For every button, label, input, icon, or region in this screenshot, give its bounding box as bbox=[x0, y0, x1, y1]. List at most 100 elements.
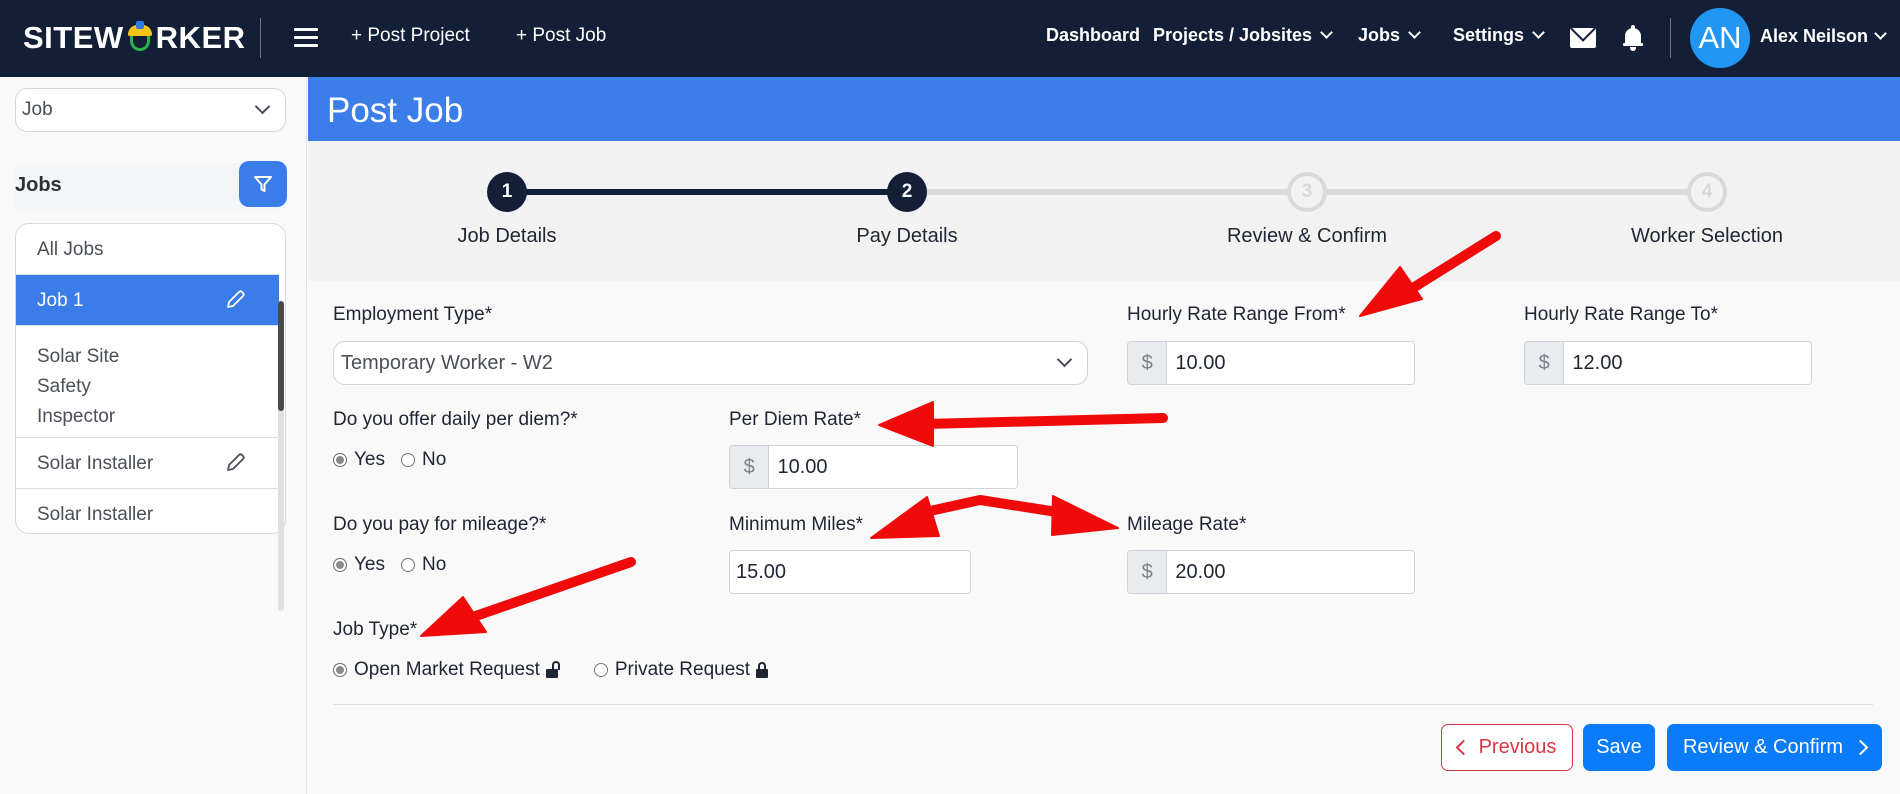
radio-label: No bbox=[422, 554, 447, 575]
step-1-circle[interactable]: 1 bbox=[487, 172, 527, 212]
radio-label: No bbox=[422, 449, 447, 470]
pencil-icon[interactable] bbox=[224, 289, 246, 311]
chevron-down-icon bbox=[1056, 351, 1073, 368]
mileage-rate-field: $ bbox=[1127, 550, 1415, 594]
job-list-scrollbar[interactable] bbox=[278, 301, 284, 611]
mileage-yes-radio[interactable] bbox=[333, 558, 347, 572]
private-request-radio[interactable] bbox=[593, 663, 608, 677]
chevron-down-icon bbox=[1874, 27, 1887, 40]
job-type-radio-group: Open Market Request Private Request bbox=[333, 659, 770, 681]
employment-type-value: Temporary Worker - W2 bbox=[341, 352, 553, 374]
step-2-circle[interactable]: 2 bbox=[887, 172, 927, 212]
chevron-right-icon bbox=[1852, 739, 1869, 756]
step-2-label: Pay Details bbox=[856, 225, 958, 247]
mileage-rate-input[interactable] bbox=[1167, 551, 1414, 593]
per-diem-radio-group: Yes No bbox=[333, 449, 446, 471]
minimum-miles-label: Minimum Miles* bbox=[729, 514, 864, 535]
dollar-prefix: $ bbox=[1128, 342, 1168, 384]
review-confirm-label: Review & Confirm bbox=[1682, 736, 1844, 758]
sidebar: Job Jobs All Jobs Job 1 Solar Site Safet… bbox=[0, 77, 307, 794]
siteworker-logo[interactable]: SITEW RKER bbox=[23, 20, 246, 56]
private-request-option[interactable]: Private Request bbox=[593, 659, 770, 681]
page-header: Post Job bbox=[308, 77, 1900, 141]
step-4-label: Worker Selection bbox=[1631, 225, 1783, 247]
mileage-question-label: Do you pay for mileage?* bbox=[333, 514, 547, 535]
user-name: Alex Neilson bbox=[1760, 26, 1869, 46]
job-list-item-active[interactable]: Job 1 bbox=[16, 275, 279, 326]
mail-icon[interactable] bbox=[1570, 28, 1596, 48]
previous-label: Previous bbox=[1478, 736, 1557, 758]
jobs-menu[interactable]: Jobs bbox=[1358, 25, 1421, 46]
job-list-item[interactable]: Solar Installer bbox=[16, 489, 279, 533]
step-1-label: Job Details bbox=[457, 225, 557, 247]
jobs-menu-label: Jobs bbox=[1358, 25, 1401, 45]
post-job-link[interactable]: + Post Job bbox=[516, 25, 606, 47]
minimum-miles-field bbox=[729, 550, 971, 594]
jobs-header: Jobs bbox=[15, 161, 287, 209]
filter-icon bbox=[254, 176, 272, 192]
form-divider bbox=[333, 704, 1873, 705]
job-list-item[interactable]: All Jobs bbox=[16, 224, 279, 275]
mileage-rate-label: Mileage Rate* bbox=[1127, 514, 1247, 535]
open-market-option[interactable]: Open Market Request bbox=[333, 659, 560, 681]
avatar[interactable]: AN bbox=[1690, 8, 1750, 68]
dollar-prefix: $ bbox=[1525, 342, 1565, 384]
progress-stepper: 1 2 3 4 Job Details Pay Details Review &… bbox=[308, 141, 1900, 281]
hourly-rate-from-field: $ bbox=[1127, 341, 1415, 385]
step-3-circle: 3 bbox=[1287, 172, 1327, 212]
per-diem-yes-radio[interactable] bbox=[333, 453, 347, 467]
radio-label: Private Request bbox=[614, 659, 751, 680]
hamburger-icon[interactable] bbox=[294, 28, 318, 48]
page-title: Post Job bbox=[327, 91, 464, 130]
bell-icon[interactable] bbox=[1623, 25, 1643, 51]
logo-text-suffix: RKER bbox=[155, 20, 246, 55]
step-3-label: Review & Confirm bbox=[1226, 225, 1388, 247]
job-item-label: Solar Installer bbox=[37, 504, 154, 525]
mileage-no-radio[interactable] bbox=[401, 558, 415, 572]
review-confirm-button[interactable]: Review & Confirm bbox=[1667, 724, 1882, 771]
save-button[interactable]: Save bbox=[1583, 724, 1655, 771]
per-diem-rate-input[interactable] bbox=[769, 446, 1017, 488]
previous-button[interactable]: Previous bbox=[1441, 724, 1573, 771]
job-list-item[interactable]: Solar Installer bbox=[16, 438, 279, 489]
user-menu[interactable]: Alex Neilson bbox=[1760, 26, 1887, 47]
nav-divider bbox=[1670, 18, 1671, 58]
chevron-down-icon bbox=[1320, 26, 1333, 39]
per-diem-rate-field: $ bbox=[729, 445, 1018, 489]
pay-details-form: Employment Type* Temporary Worker - W2 H… bbox=[308, 281, 1900, 794]
open-market-radio[interactable] bbox=[333, 663, 347, 677]
mileage-yes-option[interactable]: Yes bbox=[333, 554, 385, 576]
per-diem-yes-option[interactable]: Yes bbox=[333, 449, 385, 471]
filter-button[interactable] bbox=[239, 161, 287, 207]
lock-icon bbox=[756, 662, 770, 678]
job-item-label: Job 1 bbox=[37, 290, 84, 311]
chevron-down-icon bbox=[1532, 26, 1545, 39]
hourly-rate-from-input[interactable] bbox=[1167, 342, 1414, 384]
per-diem-no-radio[interactable] bbox=[401, 453, 415, 467]
pencil-icon[interactable] bbox=[224, 452, 246, 474]
job-list-item[interactable]: Solar Site Safety Inspector bbox=[16, 326, 279, 438]
employment-type-select[interactable]: Temporary Worker - W2 bbox=[333, 341, 1088, 385]
radio-label: Yes bbox=[354, 554, 385, 575]
logo-text-prefix: SITEW bbox=[23, 20, 124, 55]
job-item-label-line: Solar Site bbox=[37, 346, 120, 367]
hourly-rate-to-label: Hourly Rate Range To* bbox=[1524, 304, 1718, 325]
minimum-miles-input[interactable] bbox=[730, 551, 970, 593]
chevron-down-icon bbox=[1408, 26, 1421, 39]
nav-divider bbox=[260, 18, 261, 58]
dollar-prefix: $ bbox=[1128, 551, 1168, 593]
job-item-label: Solar Installer bbox=[37, 453, 154, 474]
projects-jobsites-menu[interactable]: Projects / Jobsites bbox=[1153, 25, 1333, 46]
hourly-rate-to-input[interactable] bbox=[1564, 342, 1811, 384]
job-type-label: Job Type* bbox=[333, 619, 418, 640]
entity-type-select[interactable]: Job bbox=[15, 88, 286, 132]
mileage-no-option[interactable]: No bbox=[401, 554, 446, 576]
scrollbar-thumb[interactable] bbox=[278, 301, 284, 411]
radio-label: Open Market Request bbox=[354, 659, 540, 680]
post-project-link[interactable]: + Post Project bbox=[351, 25, 470, 47]
per-diem-no-option[interactable]: No bbox=[401, 449, 446, 471]
dashboard-link[interactable]: Dashboard bbox=[1046, 25, 1140, 46]
settings-menu[interactable]: Settings bbox=[1453, 25, 1545, 46]
job-item-label-line: Safety bbox=[37, 376, 91, 397]
settings-menu-label: Settings bbox=[1453, 25, 1525, 45]
